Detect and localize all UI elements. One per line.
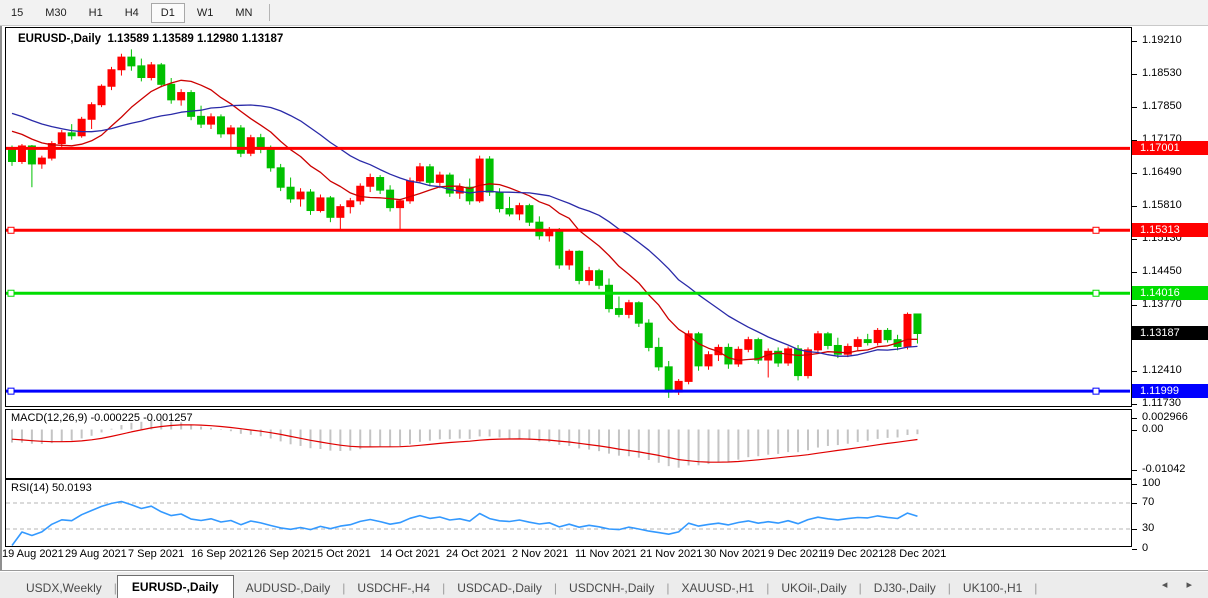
price-axis-label: 1.14450 xyxy=(1142,265,1182,277)
toolbar-timeframe-h4[interactable]: H4 xyxy=(115,3,149,23)
axis-tick xyxy=(1132,107,1137,108)
macd-indicator-label: MACD(12,26,9) -0.000225 -0.001257 xyxy=(11,412,193,424)
axis-tick xyxy=(1132,239,1137,240)
price-axis-label: 1.16490 xyxy=(1142,166,1182,178)
axis-tick xyxy=(1132,173,1137,174)
date-axis-label: 30 Nov 2021 xyxy=(704,548,766,560)
tab-separator: | xyxy=(1034,581,1037,598)
date-axis[interactable]: 19 Aug 202129 Aug 20217 Sep 2021 16 Sep 2… xyxy=(0,547,1208,564)
price-axis-label: 1.18530 xyxy=(1142,67,1182,79)
toolbar-timeframe-mn[interactable]: MN xyxy=(225,3,262,23)
chart-symbol-period: EURUSD-,Daily xyxy=(18,33,101,45)
chart-tab-usdx-weekly[interactable]: USDX,Weekly xyxy=(14,578,114,598)
date-axis-label: 29 Aug 2021 xyxy=(65,548,127,560)
rsi-axis-label: 100 xyxy=(1142,477,1160,489)
timeframe-toolbar: 15M30H1H4D1W1MN xyxy=(0,0,1208,26)
tab-scroll-arrows[interactable]: ◂ ▸ xyxy=(1162,578,1200,591)
axis-tick xyxy=(1132,41,1137,42)
date-axis-label: 21 Nov 2021 xyxy=(640,548,702,560)
chart-tab-xauusd-h1[interactable]: XAUUSD-,H1 xyxy=(670,578,767,598)
date-axis-label: 24 Oct 2021 xyxy=(446,548,506,560)
rsi-axis-label: 70 xyxy=(1142,496,1154,508)
price-axis-label: 1.12410 xyxy=(1142,364,1182,376)
axis-tick xyxy=(1132,484,1137,485)
chart-title: EURUSD-,Daily 1.13589 1.13589 1.12980 1.… xyxy=(13,33,283,45)
axis-tick xyxy=(1132,529,1137,530)
axis-tick xyxy=(1132,430,1137,431)
axis-tick xyxy=(1132,206,1137,207)
chart-ohlc-values: 1.13589 1.13589 1.12980 1.13187 xyxy=(107,33,283,45)
chart-tab-bar: USDX,Weekly|EURUSD-,DailyAUDUSD-,Daily|U… xyxy=(0,570,1208,598)
trading-terminal-window: 15M30H1H4D1W1MN EURUSD-,Daily 1.13589 1.… xyxy=(0,0,1208,598)
axis-tick xyxy=(1132,418,1137,419)
macd-axis-label: -0.01042 xyxy=(1142,463,1185,475)
date-axis-label: 19 Aug 2021 xyxy=(2,548,64,560)
candlestick-canvas[interactable] xyxy=(6,28,1130,406)
price-axis-label: 1.19210 xyxy=(1142,34,1182,46)
axis-tick xyxy=(1132,272,1137,273)
axis-tick xyxy=(1132,503,1137,504)
date-axis-label: 7 Sep 2021 xyxy=(128,548,184,560)
date-axis-label: 11 Nov 2021 xyxy=(575,548,637,560)
chart-tab-audusd-daily[interactable]: AUDUSD-,Daily xyxy=(234,578,343,598)
current-price-badge: 1.13187 xyxy=(1132,326,1208,340)
axis-tick xyxy=(1132,470,1137,471)
axis-tick xyxy=(1132,371,1137,372)
price-axis[interactable]: 1.192101.185301.178501.171701.164901.158… xyxy=(1132,26,1208,547)
date-axis-label: 16 Sep 2021 xyxy=(191,548,253,560)
chart-tab-dj30-daily[interactable]: DJ30-,Daily xyxy=(862,578,948,598)
rsi-indicator-label: RSI(14) 50.0193 xyxy=(11,482,92,494)
axis-tick xyxy=(1132,305,1137,306)
main-price-pane[interactable] xyxy=(5,27,1132,407)
chart-tab-usdcnh-daily[interactable]: USDCNH-,Daily xyxy=(557,578,666,598)
level-price-badge: 1.11999 xyxy=(1132,384,1208,398)
level-price-badge: 1.15313 xyxy=(1132,223,1208,237)
axis-tick xyxy=(1132,404,1137,405)
rsi-axis-label: 30 xyxy=(1142,522,1154,534)
date-axis-label: 2 Nov 2021 xyxy=(512,548,568,560)
chart-tab-usdchf-h4[interactable]: USDCHF-,H4 xyxy=(345,578,442,598)
date-axis-label: 26 Sep 2021 xyxy=(254,548,316,560)
toolbar-timeframe-d1[interactable]: D1 xyxy=(151,3,185,23)
chart-tab-usdcad-daily[interactable]: USDCAD-,Daily xyxy=(445,578,554,598)
price-axis-label: 1.11730 xyxy=(1142,397,1181,409)
toolbar-timeframe-15[interactable]: 15 xyxy=(1,3,33,23)
toolbar-timeframe-m30[interactable]: M30 xyxy=(35,3,76,23)
price-axis-label: 1.17850 xyxy=(1142,100,1182,112)
axis-tick xyxy=(1132,74,1137,75)
date-axis-label: 5 Oct 2021 xyxy=(317,548,371,560)
date-axis-label: 14 Oct 2021 xyxy=(380,548,440,560)
rsi-pane[interactable] xyxy=(5,479,1132,547)
chart-tab-eurusd-daily[interactable]: EURUSD-,Daily xyxy=(117,575,234,598)
level-price-badge: 1.17001 xyxy=(1132,141,1208,155)
macd-axis-label: 0.00 xyxy=(1142,423,1163,435)
toolbar-timeframe-h1[interactable]: H1 xyxy=(79,3,113,23)
chart-tab-uk100-h1[interactable]: UK100-,H1 xyxy=(951,578,1034,598)
date-axis-label: 19 Dec 2021 xyxy=(822,548,884,560)
date-axis-label: 9 Dec 2021 xyxy=(768,548,824,560)
rsi-value: 50.0193 xyxy=(52,482,92,494)
rsi-canvas[interactable] xyxy=(6,480,1130,546)
window-left-edge xyxy=(0,26,2,570)
date-axis-label: 28 Dec 2021 xyxy=(884,548,946,560)
chart-tab-ukoil-daily[interactable]: UKOil-,Daily xyxy=(769,578,858,598)
macd-axis-label: 0.002966 xyxy=(1142,411,1188,423)
toolbar-separator xyxy=(269,4,270,21)
toolbar-timeframe-w1[interactable]: W1 xyxy=(187,3,224,23)
price-axis-label: 1.15810 xyxy=(1142,199,1182,211)
level-price-badge: 1.14016 xyxy=(1132,286,1208,300)
macd-values: -0.000225 -0.001257 xyxy=(90,412,192,424)
